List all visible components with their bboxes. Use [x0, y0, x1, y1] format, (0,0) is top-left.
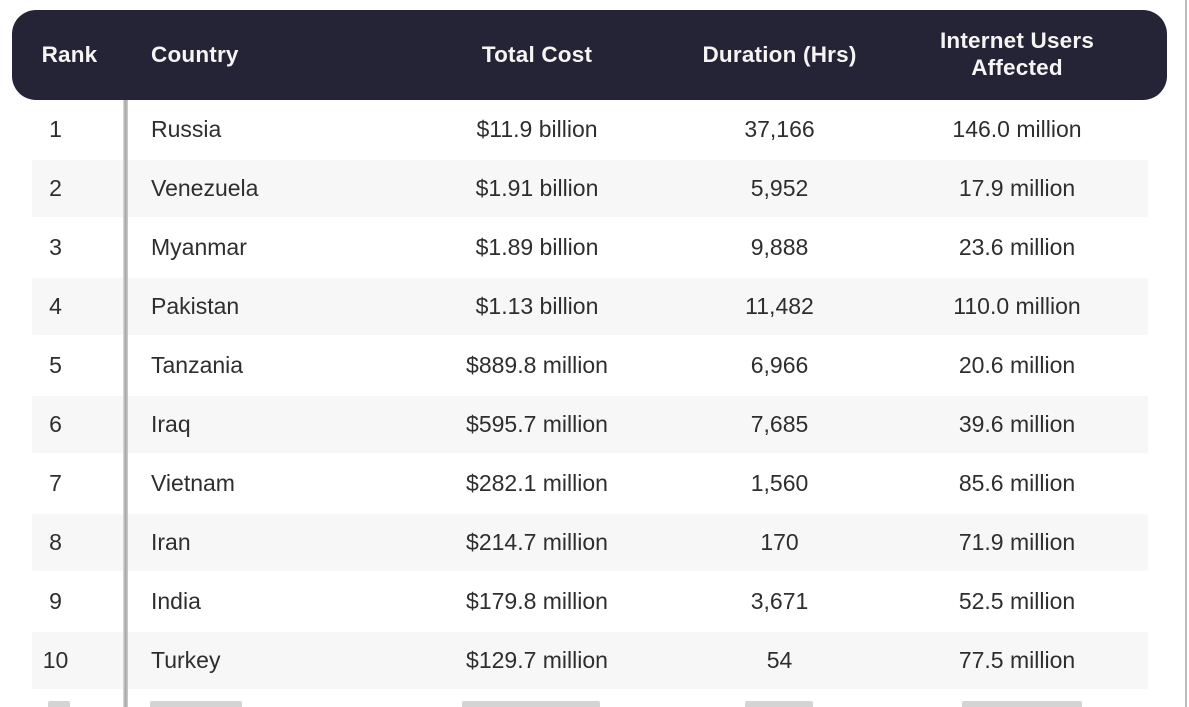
column-header-label: Internet Users Affected: [920, 28, 1115, 81]
table-row: 7Vietnam$282.1 million1,56085.6 million: [12, 454, 1167, 513]
partial-cost-text: [462, 701, 600, 707]
cell-rank: 4: [12, 293, 127, 320]
cell-country: India: [127, 588, 382, 615]
cell-country: Iran: [127, 529, 382, 556]
column-header-country: Country: [127, 42, 382, 69]
table-body: 1Russia$11.9 billion37,166146.0 million2…: [0, 100, 1189, 690]
cell-duration-hrs: 9,888: [692, 234, 867, 261]
cell-duration-hrs: 37,166: [692, 116, 867, 143]
cell-internet-users-affected: 17.9 million: [867, 175, 1167, 202]
cell-rank: 5: [12, 352, 127, 379]
cost-of-internet-shutdowns-table: Rank Country Total Cost Duration (Hrs) Inter…: [0, 0, 1189, 707]
cell-country: Turkey: [127, 647, 382, 674]
cell-internet-users-affected: 85.6 million: [867, 470, 1167, 497]
partial-table-row-cutoff: [0, 690, 1189, 707]
table-row: 6Iraq$595.7 million7,68539.6 million: [12, 395, 1167, 454]
cell-duration-hrs: 6,966: [692, 352, 867, 379]
cell-duration-hrs: 7,685: [692, 411, 867, 438]
cell-country: Iraq: [127, 411, 382, 438]
partial-users-text: [962, 701, 1082, 707]
partial-rank-text: [48, 701, 70, 707]
cell-total-cost: $889.8 million: [382, 352, 692, 379]
cell-rank: 9: [12, 588, 127, 615]
cell-country: Russia: [127, 116, 382, 143]
cell-rank: 10: [12, 647, 127, 674]
table-row: 9India$179.8 million3,67152.5 million: [12, 572, 1167, 631]
column-header-label: Duration (Hrs): [702, 42, 856, 69]
cell-total-cost: $214.7 million: [382, 529, 692, 556]
rank-column-divider: [123, 100, 128, 707]
table-row: 10Turkey$129.7 million5477.5 million: [12, 631, 1167, 690]
cell-rank: 2: [12, 175, 127, 202]
cell-rank: 1: [12, 116, 127, 143]
cell-duration-hrs: 3,671: [692, 588, 867, 615]
column-header-duration-hrs: Duration (Hrs): [692, 42, 867, 69]
partial-duration-text: [745, 701, 813, 707]
cell-total-cost: $595.7 million: [382, 411, 692, 438]
cell-total-cost: $282.1 million: [382, 470, 692, 497]
cell-duration-hrs: 11,482: [692, 293, 867, 320]
table-row: 4Pakistan$1.13 billion11,482110.0 millio…: [12, 277, 1167, 336]
cell-country: Tanzania: [127, 352, 382, 379]
cell-total-cost: $1.91 billion: [382, 175, 692, 202]
cell-internet-users-affected: 39.6 million: [867, 411, 1167, 438]
cell-total-cost: $1.89 billion: [382, 234, 692, 261]
page-edge-line: [1185, 0, 1187, 707]
cell-total-cost: $11.9 billion: [382, 116, 692, 143]
table-header-row: Rank Country Total Cost Duration (Hrs) Inter…: [12, 10, 1167, 100]
cell-internet-users-affected: 146.0 million: [867, 116, 1167, 143]
cell-rank: 8: [12, 529, 127, 556]
cell-total-cost: $129.7 million: [382, 647, 692, 674]
cell-internet-users-affected: 52.5 million: [867, 588, 1167, 615]
cell-duration-hrs: 54: [692, 647, 867, 674]
cell-internet-users-affected: 77.5 million: [867, 647, 1167, 674]
cell-rank: 6: [12, 411, 127, 438]
cell-total-cost: $179.8 million: [382, 588, 692, 615]
column-header-internet-users-affected: Internet Users Affected: [867, 28, 1167, 81]
cell-duration-hrs: 5,952: [692, 175, 867, 202]
cell-internet-users-affected: 20.6 million: [867, 352, 1167, 379]
column-header-label: Total Cost: [482, 42, 592, 69]
table-row: 8Iran$214.7 million17071.9 million: [12, 513, 1167, 572]
cell-rank: 3: [12, 234, 127, 261]
column-header-label: Rank: [42, 42, 98, 69]
table-row: 3Myanmar$1.89 billion9,88823.6 million: [12, 218, 1167, 277]
cell-country: Myanmar: [127, 234, 382, 261]
cell-duration-hrs: 1,560: [692, 470, 867, 497]
cell-internet-users-affected: 110.0 million: [867, 293, 1167, 320]
cell-internet-users-affected: 23.6 million: [867, 234, 1167, 261]
partial-country-text: [150, 701, 242, 707]
cell-duration-hrs: 170: [692, 529, 867, 556]
cell-country: Vietnam: [127, 470, 382, 497]
table-row: 2Venezuela$1.91 billion5,95217.9 million: [12, 159, 1167, 218]
column-header-label: Country: [151, 42, 239, 69]
cell-country: Venezuela: [127, 175, 382, 202]
table-row: 5Tanzania$889.8 million6,96620.6 million: [12, 336, 1167, 395]
cell-total-cost: $1.13 billion: [382, 293, 692, 320]
cell-country: Pakistan: [127, 293, 382, 320]
table-row: 1Russia$11.9 billion37,166146.0 million: [12, 100, 1167, 159]
column-header-rank: Rank: [12, 42, 127, 69]
cell-internet-users-affected: 71.9 million: [867, 529, 1167, 556]
cell-rank: 7: [12, 470, 127, 497]
column-header-total-cost: Total Cost: [382, 42, 692, 69]
